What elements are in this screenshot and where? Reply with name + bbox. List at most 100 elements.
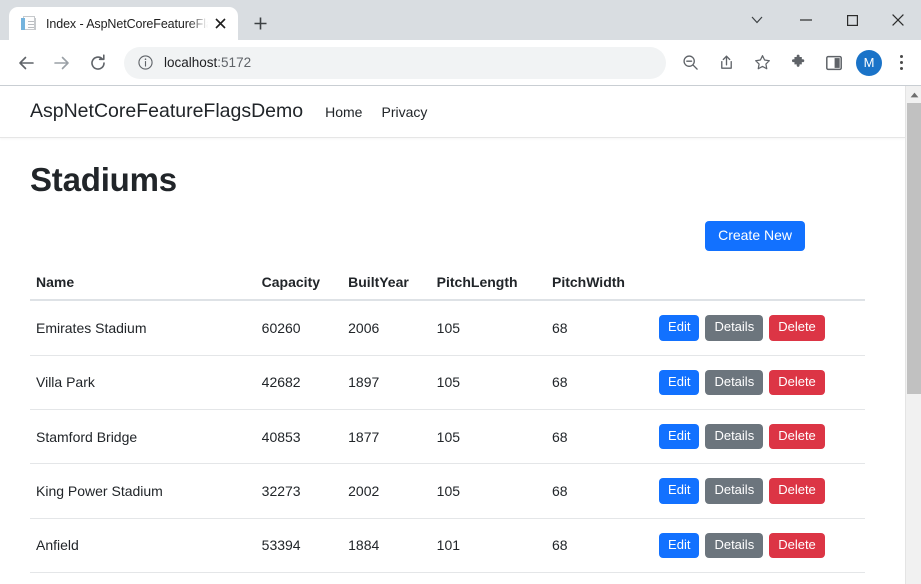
delete-button[interactable]: Delete bbox=[769, 315, 825, 341]
minimize-button[interactable] bbox=[783, 4, 829, 36]
details-button[interactable]: Details bbox=[705, 369, 764, 395]
star-icon[interactable] bbox=[746, 47, 778, 79]
table-row: King Power Stadium 32273 2002 105 68 Edit Deta… bbox=[30, 463, 865, 519]
forward-arrow-icon[interactable] bbox=[46, 47, 78, 79]
delete-button[interactable]: Delete bbox=[769, 478, 825, 504]
side-panel-icon[interactable] bbox=[818, 47, 850, 79]
scrollbar-thumb[interactable] bbox=[907, 103, 921, 394]
cell-builtyear: 1897 bbox=[348, 355, 437, 410]
cell-pitchlength: 105 bbox=[436, 300, 552, 356]
cell-capacity: 60260 bbox=[261, 300, 349, 356]
nav-link-privacy[interactable]: Privacy bbox=[381, 104, 427, 120]
maximize-button[interactable] bbox=[829, 4, 875, 36]
cell-name: King Power Stadium bbox=[30, 463, 262, 519]
cell-name: Villa Park bbox=[30, 355, 262, 410]
cell-builtyear: 2002 bbox=[348, 463, 437, 519]
column-header-actions bbox=[659, 274, 865, 302]
browser-tab[interactable]: Index - AspNetCoreFeatureFlagsDemo bbox=[9, 7, 238, 40]
document-icon bbox=[20, 15, 37, 32]
cell-pitchwidth: 68 bbox=[551, 518, 660, 573]
table-head: Name Capacity BuiltYear PitchLength Pitc… bbox=[30, 274, 865, 302]
info-circle-icon[interactable] bbox=[136, 54, 154, 72]
page-title: Stadiums bbox=[30, 161, 177, 198]
cell-name: Etihad Stadium bbox=[30, 572, 262, 584]
cell-builtyear: 1877 bbox=[348, 409, 437, 465]
row-action-buttons: Edit Details Delete bbox=[659, 315, 865, 341]
profile-avatar[interactable]: M bbox=[856, 49, 882, 76]
cell-actions: EditDetailsDelete bbox=[659, 355, 865, 410]
new-tab-button[interactable] bbox=[246, 9, 274, 37]
edit-button[interactable]: Edit bbox=[659, 478, 700, 504]
three-dot-menu-icon[interactable] bbox=[888, 48, 914, 78]
delete-button[interactable]: Delete bbox=[769, 369, 825, 395]
details-button[interactable]: Details bbox=[705, 532, 764, 558]
table-row: Anfield 53394 1884 101 68 Edit Details Delete bbox=[30, 518, 865, 573]
table-row: Etihad Stadium55017200210568EditDetailsD… bbox=[30, 572, 865, 584]
cell-pitchwidth: 68 bbox=[551, 409, 660, 465]
cell-builtyear: 1884 bbox=[348, 518, 437, 573]
edit-button[interactable]: Edit bbox=[659, 423, 700, 450]
cell-actions: EditDetailsDelete bbox=[659, 518, 865, 573]
cell-capacity: 40853 bbox=[261, 409, 349, 465]
row-action-buttons: Edit Details Delete bbox=[659, 423, 865, 450]
scroll-up-arrow-icon[interactable] bbox=[906, 86, 921, 103]
details-button[interactable]: Details bbox=[705, 315, 764, 341]
cell-actions: EditDetailsDelete bbox=[659, 463, 865, 519]
details-button[interactable]: Details bbox=[705, 423, 764, 450]
cell-capacity: 55017 bbox=[261, 572, 349, 584]
cell-name: Emirates Stadium bbox=[30, 300, 262, 356]
cell-pitchlength: 105 bbox=[436, 355, 552, 410]
row-action-buttons: Edit Details Delete bbox=[659, 532, 865, 558]
cell-actions: EditDetailsDelete bbox=[659, 300, 865, 356]
details-button[interactable]: Details bbox=[705, 478, 764, 504]
tab-strip: Index - AspNetCoreFeatureFlagsDemo bbox=[0, 0, 921, 40]
url-port: :5172 bbox=[217, 55, 252, 70]
page-viewport: AspNetCoreFeatureFlagsDemo Home Privacy … bbox=[0, 85, 921, 584]
cell-actions: EditDetailsDelete bbox=[659, 572, 865, 584]
column-header-builtyear: BuiltYear bbox=[348, 274, 437, 302]
cell-pitchlength: 105 bbox=[436, 463, 552, 519]
cell-builtyear: 2006 bbox=[348, 300, 437, 356]
column-header-capacity: Capacity bbox=[261, 274, 349, 302]
edit-button[interactable]: Edit bbox=[659, 369, 700, 395]
share-icon[interactable] bbox=[710, 47, 742, 79]
edit-button[interactable]: Edit bbox=[659, 532, 700, 558]
close-icon[interactable] bbox=[210, 14, 230, 34]
puzzle-icon[interactable] bbox=[782, 47, 814, 79]
delete-button[interactable]: Delete bbox=[769, 532, 825, 558]
table-row: Villa Park 42682 1897 105 68 Edit Details Delet… bbox=[30, 355, 865, 410]
table-header-row: Name Capacity BuiltYear PitchLength Pitc… bbox=[30, 274, 865, 302]
zoom-out-icon[interactable] bbox=[674, 47, 706, 79]
address-bar[interactable]: localhost:5172 bbox=[124, 46, 666, 79]
cell-capacity: 53394 bbox=[261, 518, 349, 573]
window-controls bbox=[737, 0, 921, 40]
delete-button[interactable]: Delete bbox=[769, 423, 825, 450]
column-header-pitchlength: PitchLength bbox=[436, 274, 552, 302]
cell-builtyear: 2002 bbox=[348, 572, 437, 584]
cell-pitchwidth: 68 bbox=[551, 355, 660, 410]
row-action-buttons: Edit Details Delete bbox=[659, 369, 865, 395]
row-action-buttons: Edit Details Delete bbox=[659, 478, 865, 504]
tab-title: Index - AspNetCoreFeatureFlagsDemo bbox=[46, 16, 208, 31]
nav-link-home[interactable]: Home bbox=[325, 104, 362, 120]
url-host: localhost bbox=[164, 55, 218, 70]
cell-pitchlength: 105 bbox=[436, 409, 552, 465]
reload-icon[interactable] bbox=[82, 47, 114, 79]
table-toolbar: Create New bbox=[30, 221, 875, 252]
page-scrollbar[interactable] bbox=[905, 86, 921, 584]
site-brand[interactable]: AspNetCoreFeatureFlagsDemo bbox=[30, 100, 303, 123]
cell-actions: EditDetailsDelete bbox=[659, 409, 865, 465]
chevron-down-icon[interactable] bbox=[737, 6, 777, 34]
cell-pitchwidth: 68 bbox=[551, 572, 660, 584]
create-new-button[interactable]: Create New bbox=[705, 221, 805, 252]
web-page: AspNetCoreFeatureFlagsDemo Home Privacy … bbox=[0, 86, 905, 584]
url-text: localhost:5172 bbox=[164, 55, 251, 70]
column-header-pitchwidth: PitchWidth bbox=[551, 274, 660, 302]
edit-button[interactable]: Edit bbox=[659, 315, 700, 341]
close-window-button[interactable] bbox=[875, 4, 921, 36]
cell-capacity: 32273 bbox=[261, 463, 349, 519]
back-arrow-icon[interactable] bbox=[10, 47, 42, 79]
cell-name: Anfield bbox=[30, 518, 262, 573]
stadiums-table: Name Capacity BuiltYear PitchLength Pitc… bbox=[30, 274, 865, 584]
cell-pitchwidth: 68 bbox=[551, 463, 660, 519]
